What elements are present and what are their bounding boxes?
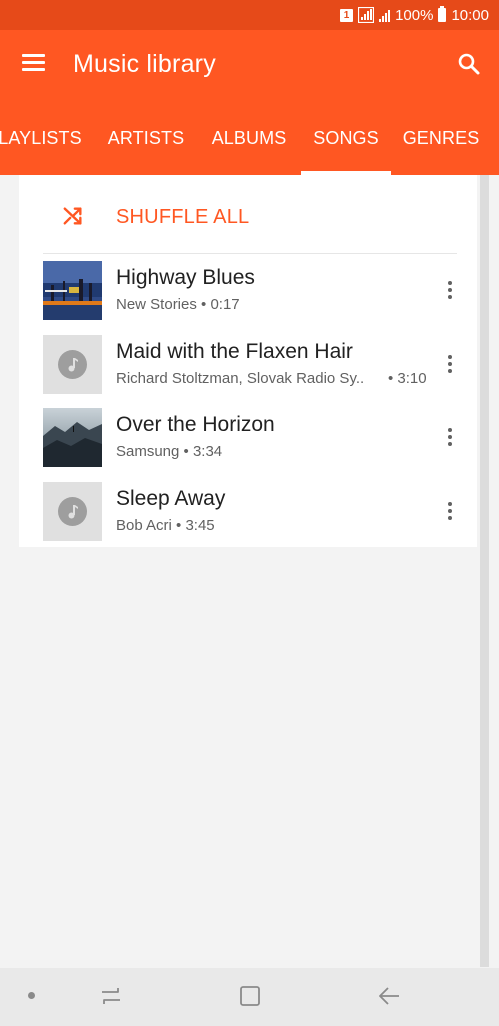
music-note-icon xyxy=(58,350,87,379)
tab-genres[interactable]: GENRES xyxy=(398,102,484,175)
tab-albums[interactable]: ALBUMS xyxy=(203,102,295,175)
song-subtitle: Richard Stoltzman, Slovak Radio Sy.. xyxy=(116,370,365,387)
battery-percent: 100% xyxy=(395,6,434,24)
album-art xyxy=(43,261,102,320)
tab-bar: LAYLISTS ARTISTS ALBUMS SONGS GENRES xyxy=(0,102,499,175)
album-art xyxy=(43,408,102,467)
scrollbar[interactable] xyxy=(480,175,489,967)
song-title: Over the Horizon xyxy=(116,413,275,436)
battery-icon xyxy=(438,6,447,22)
song-row[interactable]: Sleep Away Bob Acri • 3:45 xyxy=(19,482,477,556)
back-icon[interactable] xyxy=(377,984,403,1008)
tab-artists[interactable]: ARTISTS xyxy=(100,102,192,175)
album-art-placeholder xyxy=(43,335,102,394)
clock: 10:00 xyxy=(451,6,489,24)
signal-boxed-icon xyxy=(358,7,375,23)
more-options-icon[interactable] xyxy=(440,279,460,301)
signal-strength-icon xyxy=(379,8,391,22)
menu-icon[interactable] xyxy=(22,54,46,74)
song-title: Maid with the Flaxen Hair xyxy=(116,340,353,363)
app-bar: Music library xyxy=(0,30,499,102)
song-subtitle: Samsung • 3:34 xyxy=(116,443,223,460)
song-row[interactable]: Highway Blues New Stories • 0:17 xyxy=(19,261,477,335)
music-note-icon xyxy=(58,497,87,526)
search-icon[interactable] xyxy=(457,52,481,76)
nav-dot-icon[interactable] xyxy=(28,992,35,999)
more-options-icon[interactable] xyxy=(440,353,460,375)
song-list: SHUFFLE ALL Highway Blues New Stories • … xyxy=(19,175,477,547)
more-options-icon[interactable] xyxy=(440,500,460,522)
divider xyxy=(43,253,457,254)
song-row[interactable]: Over the Horizon Samsung • 3:34 xyxy=(19,408,477,482)
sim-card-icon: 1 xyxy=(340,8,354,22)
page-title: Music library xyxy=(73,50,216,78)
status-bar: 1 100% 10:00 xyxy=(0,0,499,30)
shuffle-all-button[interactable]: SHUFFLE ALL xyxy=(19,175,477,253)
song-subtitle: Bob Acri • 3:45 xyxy=(116,517,215,534)
song-subtitle: New Stories • 0:17 xyxy=(116,296,240,313)
song-row[interactable]: Maid with the Flaxen Hair Richard Stoltz… xyxy=(19,335,477,409)
tab-songs[interactable]: SONGS xyxy=(301,102,391,175)
song-duration: • 3:10 xyxy=(388,370,427,387)
recents-icon[interactable] xyxy=(98,984,124,1008)
shuffle-icon xyxy=(63,207,82,225)
album-art-placeholder xyxy=(43,482,102,541)
more-options-icon[interactable] xyxy=(440,426,460,448)
song-title: Sleep Away xyxy=(116,487,226,510)
home-icon[interactable] xyxy=(238,984,262,1008)
song-title: Highway Blues xyxy=(116,266,255,289)
navigation-bar xyxy=(0,968,499,1026)
shuffle-all-label: SHUFFLE ALL xyxy=(116,206,250,228)
tab-playlists[interactable]: LAYLISTS xyxy=(0,102,86,175)
